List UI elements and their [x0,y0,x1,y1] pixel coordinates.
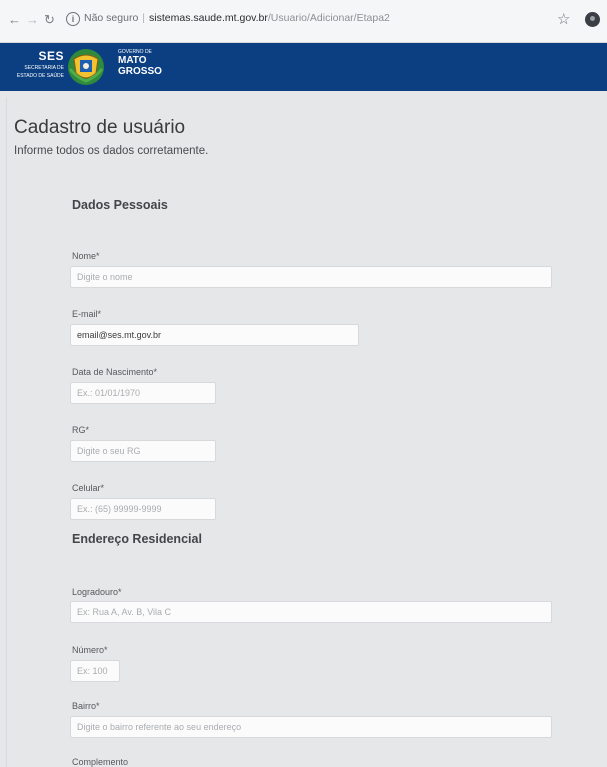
gov-logo-text: GOVERNO DE MATO GROSSO [118,49,162,77]
bookmark-star-icon[interactable]: ☆ [557,10,570,28]
logradouro-label: Logradouro* [72,587,122,597]
security-label: Não seguro [84,12,139,24]
numero-label: Número* [72,645,108,655]
gov-line3: GROSSO [118,66,162,77]
page-title: Cadastro de usuário [14,117,186,138]
back-arrow-icon[interactable]: ← [8,13,21,27]
bairro-input[interactable] [70,716,552,738]
celular-input[interactable] [70,498,216,520]
site-header: SES SECRETARIA DE ESTADO DE SAÚDE GOVERN… [0,43,607,91]
ses-abbr: SES [38,49,64,63]
divider [6,98,7,767]
coat-of-arms-icon [68,49,104,85]
section-title-personal: Dados Pessoais [72,198,168,212]
complemento-label: Complemento [72,757,129,767]
nascimento-label: Data de Nascimento* [72,367,158,377]
celular-label: Celular* [72,483,105,493]
url-path: /Usuario/Adicionar/Etapa2 [267,12,390,24]
forward-arrow-icon[interactable]: → [26,13,39,27]
gov-line2: MATO [118,55,147,66]
ses-logo-text: SES SECRETARIA DE ESTADO DE SAÚDE [4,49,64,79]
nome-label: Nome* [72,251,100,261]
nascimento-input[interactable] [70,382,216,404]
page-subtitle: Informe todos os dados corretamente. [14,145,209,157]
ses-name-line2: ESTADO DE SAÚDE [16,73,64,79]
numero-input[interactable] [70,660,120,682]
email-input[interactable] [70,324,359,346]
section-title-address: Endereço Residencial [72,532,202,546]
bairro-label: Bairro* [72,701,100,711]
address-bar[interactable]: Não seguro | sistemas.saude.mt.gov.br/Usua… [84,12,390,24]
info-icon[interactable]: i [66,12,80,26]
ses-name-line1: SECRETARIA DE [24,65,64,71]
rg-label: RG* [72,425,90,435]
rg-input[interactable] [70,440,216,462]
url-host: sistemas.saude.mt.gov.br [149,12,268,24]
profile-avatar[interactable] [585,12,600,27]
logradouro-input[interactable] [70,601,552,623]
nome-input[interactable] [70,266,552,288]
browser-toolbar: ← → ↻ i Não seguro | sistemas.saude.mt.gov… [0,0,607,43]
email-label: E-mail* [72,309,102,319]
reload-icon[interactable]: ↻ [44,13,55,27]
